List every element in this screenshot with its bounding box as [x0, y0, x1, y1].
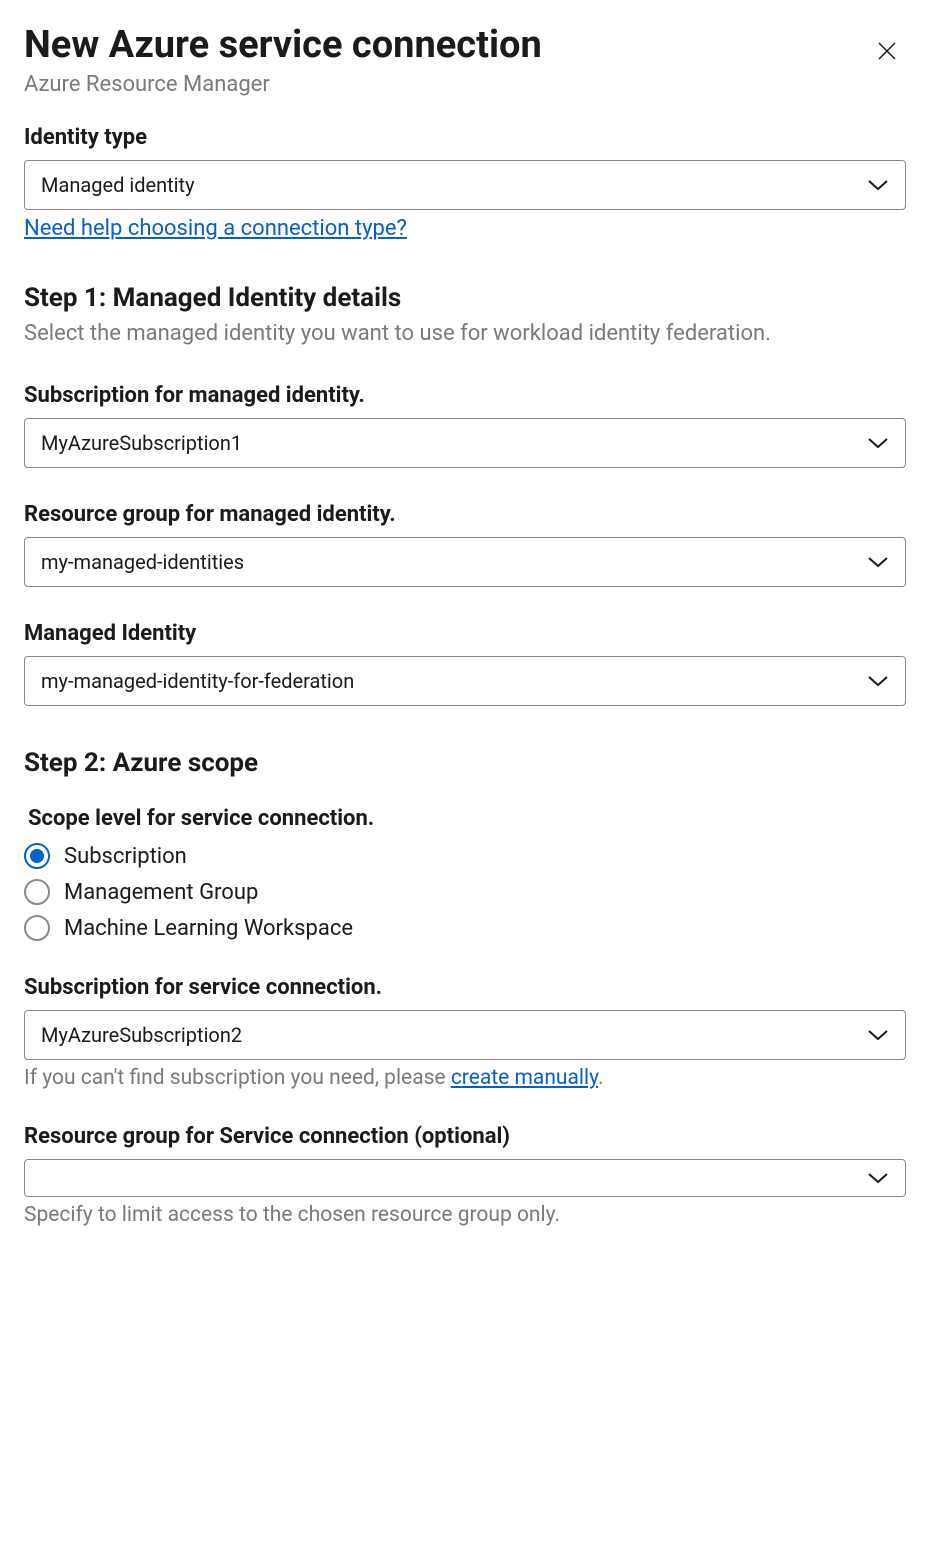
radio-icon [24, 879, 50, 905]
subscription-mi-dropdown[interactable]: MyAzureSubscription1 [24, 418, 906, 468]
chevron-down-icon [867, 675, 889, 687]
resource-group-sc-help: Specify to limit access to the chosen re… [24, 1203, 906, 1227]
resource-group-sc-dropdown[interactable] [24, 1159, 906, 1197]
identity-type-label: Identity type [24, 125, 906, 150]
chevron-down-icon [867, 437, 889, 449]
radio-icon [24, 915, 50, 941]
managed-identity-value: my-managed-identity-for-federation [41, 669, 354, 693]
step1-description: Select the managed identity you want to … [24, 319, 906, 350]
subscription-mi-value: MyAzureSubscription1 [41, 431, 242, 455]
close-button[interactable] [868, 32, 906, 75]
identity-type-dropdown[interactable]: Managed identity [24, 160, 906, 210]
resource-group-mi-value: my-managed-identities [41, 550, 244, 574]
page-title: New Azure service connection [24, 24, 868, 68]
chevron-down-icon [867, 1029, 889, 1041]
page-subtitle: Azure Resource Manager [24, 72, 868, 97]
chevron-down-icon [867, 179, 889, 191]
identity-type-value: Managed identity [41, 173, 195, 197]
scope-level-radio-group: Subscription Management Group Machine Lear… [24, 843, 906, 941]
scope-radio-machine-learning-workspace[interactable]: Machine Learning Workspace [24, 915, 906, 941]
scope-radio-subscription[interactable]: Subscription [24, 843, 906, 869]
radio-label: Machine Learning Workspace [64, 916, 353, 941]
managed-identity-label: Managed Identity [24, 621, 906, 646]
step2-heading: Step 2: Azure scope [24, 748, 906, 778]
subscription-help-prefix: If you can't find subscription you need,… [24, 1066, 451, 1090]
resource-group-mi-dropdown[interactable]: my-managed-identities [24, 537, 906, 587]
subscription-help-suffix: . [598, 1066, 604, 1090]
managed-identity-dropdown[interactable]: my-managed-identity-for-federation [24, 656, 906, 706]
close-icon [876, 40, 898, 62]
chevron-down-icon [867, 1172, 889, 1184]
subscription-mi-label: Subscription for managed identity. [24, 383, 906, 408]
help-choosing-link[interactable]: Need help choosing a connection type? [24, 216, 407, 241]
create-manually-link[interactable]: create manually [451, 1066, 598, 1090]
resource-group-sc-label: Resource group for Service connection (o… [24, 1124, 906, 1149]
chevron-down-icon [867, 556, 889, 568]
step1-heading: Step 1: Managed Identity details [24, 283, 906, 313]
subscription-sc-label: Subscription for service connection. [24, 975, 906, 1000]
scope-radio-management-group[interactable]: Management Group [24, 879, 906, 905]
subscription-sc-dropdown[interactable]: MyAzureSubscription2 [24, 1010, 906, 1060]
subscription-sc-value: MyAzureSubscription2 [41, 1023, 242, 1047]
scope-level-label: Scope level for service connection. [24, 806, 906, 831]
resource-group-mi-label: Resource group for managed identity. [24, 502, 906, 527]
subscription-sc-help: If you can't find subscription you need,… [24, 1066, 906, 1090]
radio-label: Management Group [64, 880, 258, 905]
radio-label: Subscription [64, 844, 187, 869]
radio-icon [24, 843, 50, 869]
